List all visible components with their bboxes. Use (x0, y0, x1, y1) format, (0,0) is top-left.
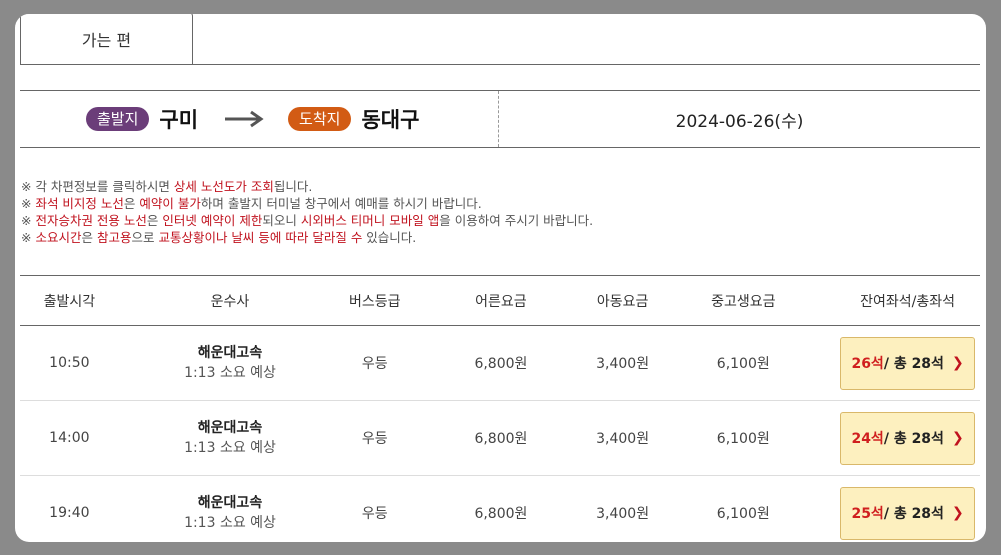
notice-text: 을 이용하여 주시기 바랍니다. (439, 213, 594, 228)
seat-select-button[interactable]: 24석 / 총 28석 ❯ (840, 411, 976, 465)
notice-highlight: 좌석 비지정 노선 (35, 196, 124, 211)
departure-badge: 출발지 (86, 107, 150, 131)
total-seats: / 총 28석 (883, 431, 944, 447)
header-seats: 잔여좌석/총좌석 (835, 275, 980, 326)
notice-line: ※ 좌석 비지정 노선은 예약이 불가하며 출발지 터미널 창구에서 예매를 하… (21, 195, 593, 212)
child-fare: 3,400원 (593, 325, 652, 401)
notice-text: 은 (123, 196, 140, 211)
tab-outbound-label: 가는 편 (81, 30, 132, 50)
departure-time: 19:40 (20, 475, 119, 542)
bus-grade: 우등 (341, 400, 409, 476)
notice-line: ※ 전자승차권 전용 노선은 인터넷 예약이 제한되오니 시외버스 티머니 모바… (21, 212, 593, 229)
chevron-right-icon: ❯ (951, 355, 964, 371)
header-student-fare: 중고생요금 (651, 275, 836, 326)
route-summary: 출발지 구미 도착지 동대구 2024-06-26(수) (20, 90, 980, 148)
departure-city: 구미 (159, 108, 199, 132)
total-seats: / 총 28석 (883, 506, 944, 522)
student-fare: 6,100원 (651, 325, 836, 401)
departure-time: 10:50 (20, 325, 119, 401)
child-fare: 3,400원 (593, 475, 652, 542)
schedule-panel: 가는 편 출발지 구미 도착지 동대구 2024-06-26(수) ※ 각 차편… (15, 14, 986, 542)
company-cell: 해운대고속 1:13 소요 예상 (118, 325, 342, 401)
header-adult-fare: 어른요금 (408, 275, 594, 326)
seat-cell: 24석 / 총 28석 ❯ (835, 400, 980, 476)
seat-select-button[interactable]: 25석 / 총 28석 ❯ (840, 486, 976, 540)
notice-highlight: 예약이 불가 (139, 196, 201, 211)
notice-text: 됩니다. (273, 179, 313, 194)
header-child-fare: 아동요금 (593, 275, 652, 326)
notice-highlight: 인터넷 예약이 제한 (162, 213, 263, 228)
trip-duration: 1:13 소요 예상 (184, 440, 276, 456)
remaining-seats: 25석 (851, 506, 884, 522)
notice-text: 되오니 (262, 213, 301, 228)
notice-highlight: 소요시간 (35, 230, 82, 245)
seat-cell: 26석 / 총 28석 ❯ (835, 325, 980, 401)
notice-highlight: 시외버스 티머니 모바일 앱 (300, 213, 440, 228)
tab-bar: 가는 편 (20, 14, 980, 65)
route-date-cell: 2024-06-26(수) (499, 91, 980, 147)
tab-bar-divider (20, 64, 980, 65)
departure-date: 2024-06-26(수) (675, 111, 804, 132)
notice-highlight: 교통상황이나 날씨 등에 따라 달라질 수 (158, 230, 363, 245)
notice-text: ※ (21, 196, 36, 211)
table-header-row: 출발시각 운수사 버스등급 어른요금 아동요금 중고생요금 잔여좌석/총좌석 (20, 275, 980, 326)
company-name: 해운대고속 (197, 420, 263, 436)
table-row[interactable]: 10:50 해운대고속 1:13 소요 예상 우등 6,800원 3,400원 … (20, 325, 980, 401)
notice-text: ※ 각 차편정보를 클릭하시면 (21, 179, 174, 194)
notice-text: ※ (21, 213, 36, 228)
company-cell: 해운대고속 1:13 소요 예상 (118, 475, 342, 542)
departure-time: 14:00 (20, 400, 119, 476)
notice-line: ※ 소요시간은 참고용으로 교통상황이나 날씨 등에 따라 달라질 수 있습니다… (21, 229, 593, 246)
student-fare: 6,100원 (651, 475, 836, 542)
notice-highlight: 상세 노선도가 조회 (173, 179, 274, 194)
chevron-right-icon: ❯ (951, 505, 964, 521)
seat-cell: 25석 / 총 28석 ❯ (835, 475, 980, 542)
seat-select-button[interactable]: 26석 / 총 28석 ❯ (840, 336, 976, 390)
bus-grade: 우등 (341, 325, 409, 401)
header-departure-time: 출발시각 (20, 275, 119, 326)
arrow-right-icon (225, 110, 264, 128)
chevron-right-icon: ❯ (951, 430, 964, 446)
remaining-seats: 24석 (851, 431, 884, 447)
notice-highlight: 참고용 (96, 230, 132, 245)
total-seats: / 총 28석 (883, 356, 944, 372)
notice-text: ※ (21, 230, 36, 245)
arrival-city: 동대구 (361, 108, 420, 132)
trip-duration: 1:13 소요 예상 (184, 515, 276, 531)
trip-duration: 1:13 소요 예상 (184, 365, 276, 381)
header-company: 운수사 (118, 275, 342, 326)
adult-fare: 6,800원 (408, 325, 594, 401)
route-cities: 출발지 구미 도착지 동대구 (20, 91, 499, 147)
bus-grade: 우등 (341, 475, 409, 542)
arrival-badge: 도착지 (288, 107, 352, 131)
header-bus-grade: 버스등급 (341, 275, 409, 326)
table-row[interactable]: 14:00 해운대고속 1:13 소요 예상 우등 6,800원 3,400원 … (20, 400, 980, 476)
notice-text: 은 (81, 230, 97, 245)
adult-fare: 6,800원 (408, 400, 594, 476)
notice-text: 은 (146, 213, 163, 228)
company-name: 해운대고속 (197, 345, 263, 361)
notice-line: ※ 각 차편정보를 클릭하시면 상세 노선도가 조회됩니다. (21, 178, 593, 195)
remaining-seats: 26석 (851, 356, 884, 372)
schedule-table: 출발시각 운수사 버스등급 어른요금 아동요금 중고생요금 잔여좌석/총좌석 1… (20, 275, 980, 542)
notice-list: ※ 각 차편정보를 클릭하시면 상세 노선도가 조회됩니다. ※ 좌석 비지정 노… (21, 178, 593, 246)
schedule-table-wrap: 출발시각 운수사 버스등급 어른요금 아동요금 중고생요금 잔여좌석/총좌석 1… (20, 275, 980, 542)
notice-highlight: 전자승차권 전용 노선 (35, 213, 147, 228)
company-cell: 해운대고속 1:13 소요 예상 (118, 400, 342, 476)
company-name: 해운대고속 (197, 495, 263, 511)
table-row[interactable]: 19:40 해운대고속 1:13 소요 예상 우등 6,800원 3,400원 … (20, 475, 980, 542)
notice-text: 하며 출발지 터미널 창구에서 예매를 하시기 바랍니다. (200, 196, 482, 211)
student-fare: 6,100원 (651, 400, 836, 476)
child-fare: 3,400원 (593, 400, 652, 476)
notice-text: 으로 (131, 230, 159, 245)
tab-outbound[interactable]: 가는 편 (20, 14, 193, 64)
notice-text: 있습니다. (362, 230, 417, 245)
adult-fare: 6,800원 (408, 475, 594, 542)
